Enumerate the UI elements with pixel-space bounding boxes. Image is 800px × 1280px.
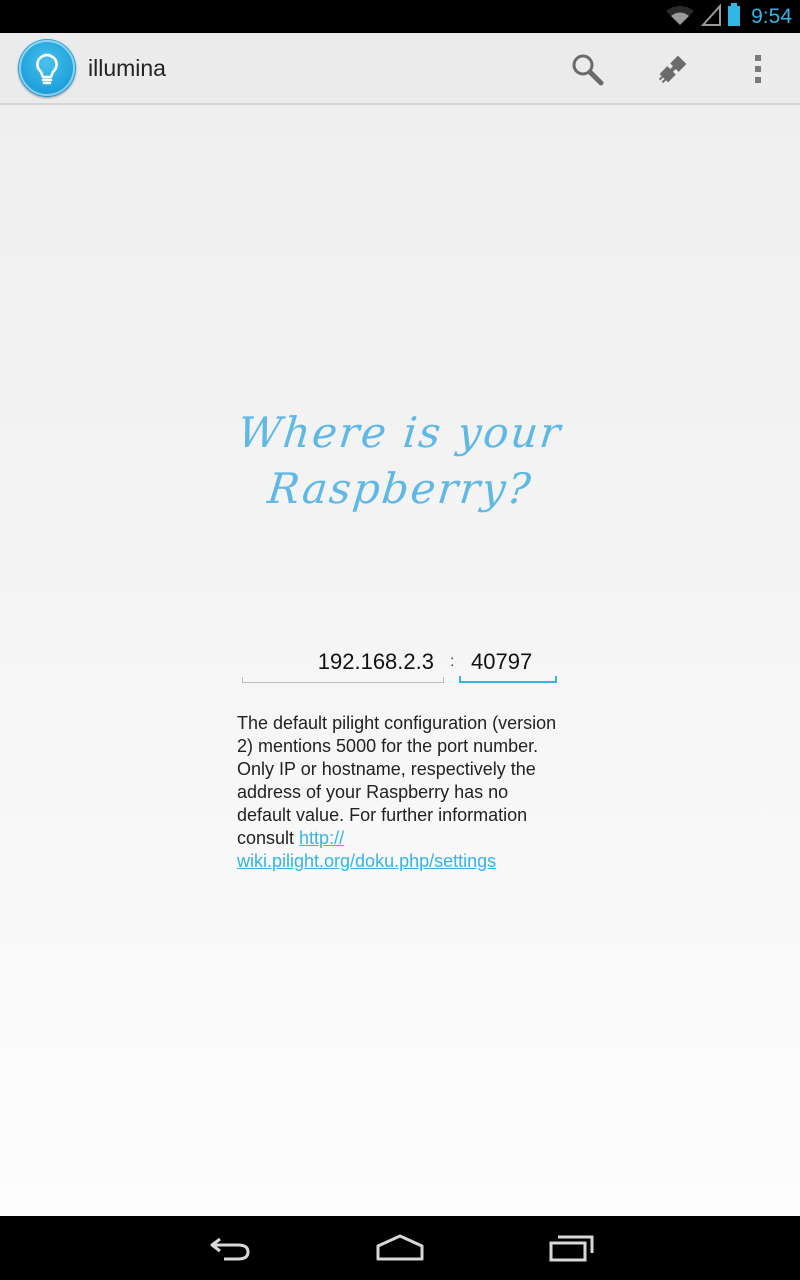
recent-apps-icon [549, 1235, 594, 1262]
host-port-separator: : [450, 653, 455, 670]
app-title: illumina [88, 55, 166, 81]
navigation-bar [0, 1216, 800, 1280]
help-link-part-2: wiki.pilight.org/doku.php/settings [237, 851, 497, 871]
battery-icon [727, 2, 741, 32]
search-button[interactable] [565, 47, 609, 91]
status-bar: 9:54 [0, 0, 800, 33]
overflow-menu-icon [755, 55, 761, 83]
port-value: 40797 [471, 649, 533, 674]
headline-line-1: Where is your [235, 408, 565, 457]
clock: 9:54 [751, 5, 792, 28]
home-icon [376, 1234, 424, 1261]
signal-icon [700, 2, 722, 31]
main-content: Where is your Raspberry? 192.168.2.3 : 4… [0, 105, 800, 1216]
host-input[interactable]: 192.168.2.3 [242, 645, 444, 683]
status-icons: 9:54 [665, 2, 792, 32]
recent-apps-button[interactable] [541, 1228, 601, 1268]
connection-button[interactable] [651, 47, 695, 91]
host-value: 192.168.2.3 [317, 649, 434, 674]
app-icon[interactable] [18, 39, 76, 97]
connection-icon [658, 55, 687, 84]
back-button[interactable] [200, 1228, 260, 1268]
help-text: The default pilight configuration (versi… [237, 712, 557, 873]
overflow-menu-button[interactable] [736, 47, 780, 91]
headline: Where is your Raspberry? [200, 405, 600, 535]
headline-line-2: Raspberry? [265, 464, 535, 513]
port-input[interactable]: 40797 [459, 645, 557, 683]
wifi-icon [665, 4, 695, 31]
help-link-part-1: http:// [299, 828, 345, 848]
back-icon [210, 1237, 250, 1261]
action-bar: illumina [0, 33, 800, 105]
lightbulb-icon [19, 40, 75, 96]
help-body: The default pilight configuration (versi… [237, 713, 557, 848]
home-button[interactable] [370, 1228, 430, 1268]
search-icon [572, 54, 604, 86]
